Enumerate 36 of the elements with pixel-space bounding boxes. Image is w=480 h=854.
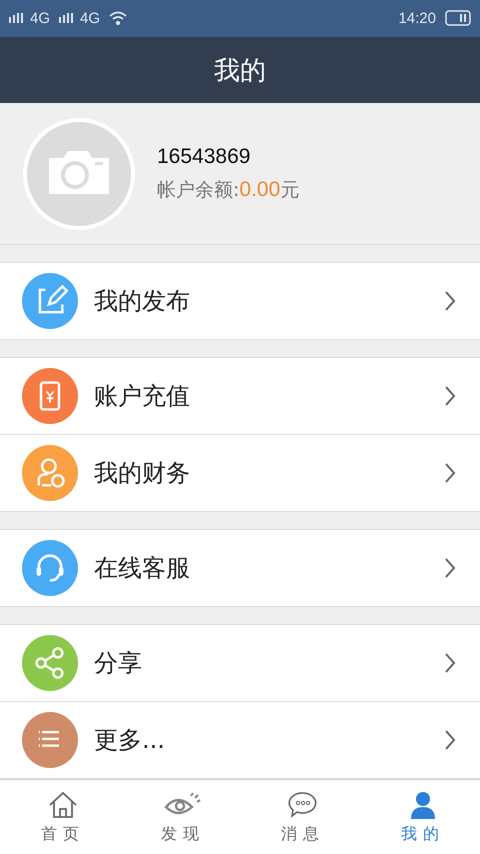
- menu-item[interactable]: 我的财务: [0, 434, 480, 512]
- tab[interactable]: 发现: [120, 780, 240, 854]
- menu-label: 我的发布: [94, 286, 191, 318]
- menu-item[interactable]: 在线客服: [0, 530, 480, 606]
- menu-label: 我的财务: [94, 458, 191, 490]
- menu-item[interactable]: 账户充值: [0, 358, 480, 434]
- chevron-icon: [444, 729, 456, 752]
- menu-label: 更多...: [94, 725, 166, 756]
- signal-icon: [8, 11, 26, 26]
- chevron-icon: [444, 652, 456, 674]
- balance-amount: 0.00: [239, 178, 280, 202]
- balance-label: 帐户余额:: [157, 178, 240, 203]
- currency-unit: 元: [280, 178, 300, 203]
- menu-item[interactable]: 分享: [0, 625, 480, 702]
- wifi-icon: [108, 10, 128, 26]
- tab[interactable]: 消息: [240, 780, 360, 854]
- chevron-icon: [444, 290, 456, 312]
- network-type: 4G: [80, 10, 100, 27]
- home-icon: [47, 790, 79, 820]
- menu-label: 账户充值: [94, 381, 191, 412]
- avatar-icon[interactable]: [23, 118, 135, 230]
- menu-item[interactable]: 我的发布: [0, 263, 480, 340]
- chevron-icon: [444, 557, 456, 580]
- menu-label: 在线客服: [94, 553, 191, 584]
- chevron-icon: [444, 462, 456, 484]
- clock: 14:20: [398, 10, 436, 27]
- chat-bubble-icon: [287, 790, 319, 820]
- tab[interactable]: 我的: [360, 780, 480, 854]
- account-number: 16543869: [157, 144, 252, 169]
- chevron-icon: [444, 385, 456, 408]
- battery-icon: [444, 10, 472, 26]
- network-type: 4G: [30, 10, 50, 27]
- menu-item[interactable]: 更多...: [0, 701, 480, 778]
- menu-label: 分享: [94, 648, 143, 680]
- tab[interactable]: 首页: [0, 780, 120, 854]
- page-title: 我的: [214, 54, 266, 88]
